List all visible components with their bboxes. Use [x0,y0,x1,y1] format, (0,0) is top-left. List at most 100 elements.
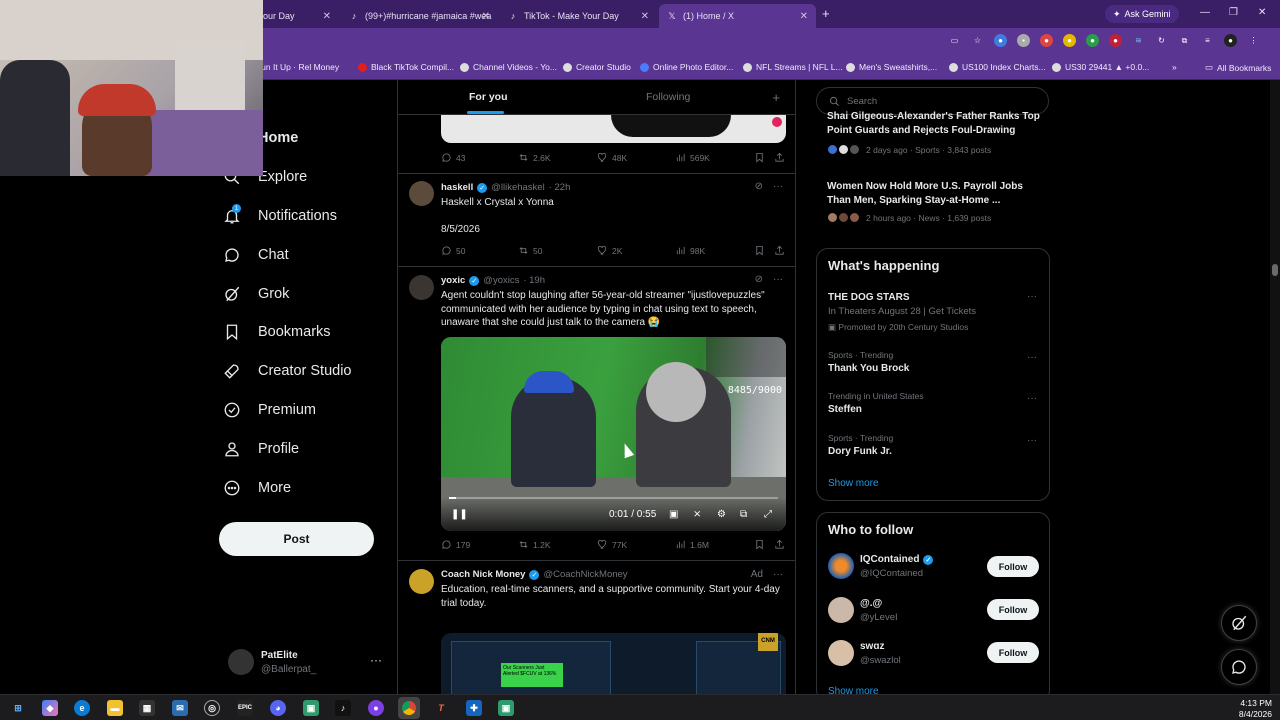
bookmark-item[interactable]: NFL Streams | NFL L... [743,62,843,72]
bookmark-button[interactable] [754,245,765,256]
nav-item-grok[interactable]: Grok [222,279,289,309]
follow-name[interactable]: IQContained ✓ [860,554,934,565]
close-tab-icon[interactable]: ✕ [641,11,649,22]
mail-icon[interactable]: ✉ [172,700,188,716]
tweet-media[interactable] [441,115,786,143]
more-icon[interactable]: ··· [370,653,382,667]
edge-icon[interactable]: e [74,700,90,716]
trend-name[interactable]: Steffen [828,404,862,415]
bookmark-item[interactable]: Creator Studio [563,62,631,72]
video-player[interactable]: 8485/9000 ❚❚ 0:01 / 0:55 ▣ ⨯ ⚙ ⧉ ⤢ [441,337,786,531]
bookmark-item[interactable]: US30 29441 ▲ +0.0... [1052,62,1149,72]
reading-list-icon[interactable]: ≡ [1201,34,1214,47]
tiktok-icon[interactable]: ♪ [335,700,351,716]
more-icon[interactable]: ··· [773,274,783,285]
author-name[interactable]: haskell [441,182,473,193]
add-feed-button[interactable]: + [772,90,780,105]
scrollbar[interactable] [1270,80,1280,694]
bookmarks-overflow[interactable]: » [1172,62,1177,72]
show-more-link[interactable]: Show more [828,478,879,489]
avatar[interactable] [409,181,434,206]
bookmark-item[interactable]: Black TikTok Compil... [358,62,454,72]
pip-icon[interactable]: ⧉ [740,509,747,520]
settings-icon[interactable]: ⚙ [717,509,726,520]
store-icon[interactable]: ▦ [139,700,155,716]
nav-item-chat[interactable]: Chat [222,240,289,270]
trend-sub[interactable]: In Theaters August 28 | Get Tickets [828,306,976,317]
bookmark-item[interactable]: Run It Up · Rel Money [255,62,339,72]
reply-button[interactable]: 43 [441,152,465,163]
nav-item-profile[interactable]: Profile [222,434,299,464]
browser-tab[interactable]: ♪ TikTok - Make Your Day ✕ [500,4,657,28]
bookmark-item[interactable]: US100 Index Charts... [949,62,1046,72]
all-bookmarks[interactable]: ▭ All Bookmarks [1205,62,1271,73]
reply-button[interactable]: 50 [441,245,465,256]
steam-icon[interactable]: ◎ [204,700,220,716]
trend-name[interactable]: THE DOG STARS [828,292,909,303]
grok-float-button[interactable] [1221,605,1257,641]
more-icon[interactable]: ··· [1027,393,1037,404]
extension-icon[interactable]: ● [994,34,1007,47]
windows-start-icon[interactable]: ⊞ [10,700,26,716]
repost-button[interactable]: 2.6K [518,152,551,163]
nav-item-notifications[interactable]: 1 Notifications [222,201,337,231]
tweet-time[interactable]: · 22h [549,182,571,193]
more-icon[interactable]: ··· [1027,435,1037,446]
news-title[interactable]: Women Now Hold More U.S. Payroll Jobs Th… [827,180,1042,207]
share-button[interactable] [774,539,785,550]
like-button[interactable]: 77K [597,539,627,550]
avatar[interactable] [828,553,854,579]
menu-icon[interactable]: ⋮ [1247,34,1260,47]
follow-button[interactable]: Follow [987,642,1039,663]
video-progress-bar[interactable] [449,497,778,499]
follow-button[interactable]: Follow [987,556,1039,577]
new-tab-button[interactable]: + [822,6,830,21]
extension-icon[interactable]: ● [1040,34,1053,47]
epic-games-icon[interactable]: EPIC [237,700,253,716]
ask-gemini-button[interactable]: ✦ Ask Gemini [1105,5,1179,23]
more-icon[interactable]: ··· [773,569,783,580]
repost-button[interactable]: 1.2K [518,539,551,550]
close-tab-icon[interactable]: ✕ [323,11,331,22]
bookmark-item[interactable]: Channel Videos - Yo... [460,62,557,72]
app-icon[interactable]: ▣ [303,700,319,716]
more-icon[interactable]: ··· [773,181,783,192]
extension-icon[interactable]: ● [1109,34,1122,47]
tab-following[interactable]: Following [646,91,690,103]
star-icon[interactable]: ☆ [971,34,984,47]
app-icon[interactable]: T [433,700,449,716]
close-tab-icon[interactable]: ✕ [800,11,808,22]
browser-tab[interactable]: ♪ (99+)#hurricane #jamaica #wea ✕ [341,4,498,28]
more-icon[interactable]: ··· [1027,352,1037,363]
browser-tab[interactable]: our Day ✕ [255,4,339,28]
bookmark-item[interactable]: Men's Sweatshirts,... [846,62,937,72]
restore-icon[interactable]: ❐ [1229,7,1238,18]
news-title[interactable]: Shai Gilgeous-Alexander's Father Ranks T… [827,110,1042,137]
author-name[interactable]: yoxic [441,275,465,286]
grok-icon[interactable]: ⊘ [755,274,763,285]
nav-item-more[interactable]: More [222,473,291,503]
tab-for-you[interactable]: For you [469,91,508,103]
trend-name[interactable]: Thank You Brock [828,363,909,374]
nav-item-premium[interactable]: Premium [222,395,316,425]
pause-icon[interactable]: ❚❚ [451,509,468,520]
discord-icon[interactable]: ◕ [270,700,286,716]
reply-button[interactable]: 179 [441,539,470,550]
browser-tab-active[interactable]: 𝕏 (1) Home / X ✕ [659,4,816,28]
account-switcher[interactable]: PatElite @Ballerpat_ ··· [228,648,388,682]
app-icon[interactable]: ● [368,700,384,716]
author-handle[interactable]: @yoxics [483,275,519,286]
extension-icon[interactable]: ● [1063,34,1076,47]
bookmark-button[interactable] [754,539,765,550]
mute-icon[interactable]: ⨯ [693,509,701,520]
minimize-icon[interactable]: — [1200,7,1210,18]
install-app-icon[interactable]: ▭ [948,34,961,47]
follow-button[interactable]: Follow [987,599,1039,620]
messages-float-button[interactable] [1221,649,1257,685]
avatar[interactable] [828,597,854,623]
views-button[interactable]: 1.6M [675,539,709,550]
fullscreen-icon[interactable]: ⤢ [764,509,772,520]
repost-button[interactable]: 50 [518,245,542,256]
extension-icon[interactable]: ● [1086,34,1099,47]
copilot-icon[interactable]: ◆ [42,700,58,716]
